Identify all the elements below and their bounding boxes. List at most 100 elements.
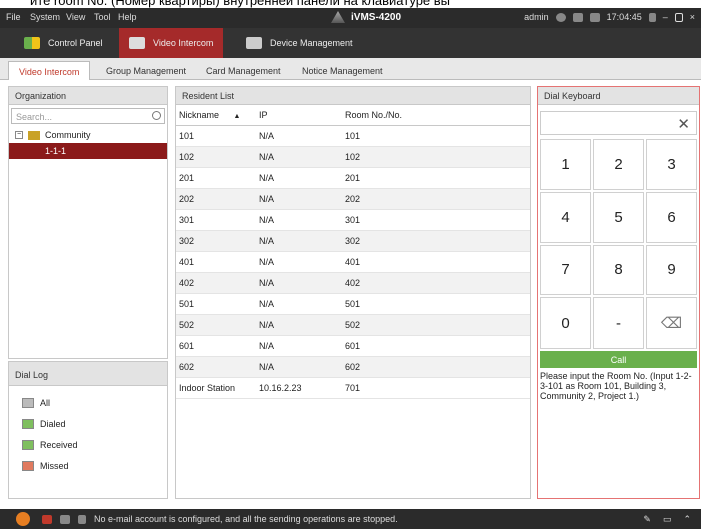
menu-help[interactable]: Help <box>118 12 137 22</box>
cell-nickname: Indoor Station <box>179 383 236 393</box>
clear-icon[interactable]: ✕ <box>677 115 690 133</box>
tab-video-intercom[interactable]: Video Intercom <box>8 61 91 80</box>
table-row[interactable]: Indoor Station 10.16.2.23 701 <box>176 378 530 399</box>
table-row[interactable]: 402 N/A 402 <box>176 273 530 294</box>
backspace-key[interactable]: ⌫ <box>646 297 697 349</box>
lock-icon[interactable] <box>648 12 656 22</box>
digit-key-1[interactable]: 1 <box>540 139 591 190</box>
table-row[interactable]: 302 N/A 302 <box>176 231 530 252</box>
digit-key-2[interactable]: 2 <box>593 139 644 190</box>
cell-nickname: 202 <box>179 194 195 204</box>
table-row[interactable]: 101 N/A 101 <box>176 126 530 147</box>
video-intercom-icon <box>129 37 145 49</box>
received-icon <box>22 439 34 450</box>
cell-nickname: 301 <box>179 215 195 225</box>
expand-icon[interactable]: ⌃ <box>683 514 691 525</box>
cell-room: 602 <box>345 362 361 372</box>
organization-panel: Organization Search... − Community 1-1-1 <box>8 86 168 359</box>
cell-ip: N/A <box>259 173 275 183</box>
column-room[interactable]: Room No./No. <box>339 110 402 120</box>
dial-log-panel: Dial Log All Dialed Received Missed <box>8 361 168 499</box>
tree-node-community[interactable]: − Community <box>9 127 167 143</box>
window-icon[interactable]: ▭ <box>663 514 672 525</box>
dash-key[interactable]: - <box>593 297 644 349</box>
resident-list-title: Resident List <box>176 87 530 105</box>
cell-room: 201 <box>345 173 361 183</box>
collapse-icon[interactable]: − <box>15 131 23 139</box>
digit-key-3[interactable]: 3 <box>646 139 697 190</box>
tab-card-management[interactable]: Card Management <box>196 61 291 80</box>
search-icon[interactable] <box>152 111 161 120</box>
log-filter-all[interactable]: All <box>9 392 167 413</box>
cell-ip: N/A <box>259 299 275 309</box>
app-logo-icon <box>331 11 345 23</box>
table-row[interactable]: 301 N/A 301 <box>176 210 530 231</box>
community-label: Community <box>45 130 91 140</box>
digit-key-7[interactable]: 7 <box>540 244 591 296</box>
cell-room: 302 <box>345 236 361 246</box>
speaker-icon[interactable] <box>78 514 86 524</box>
menu-bar: File System View Tool Help iVMS-4200 adm… <box>0 8 701 28</box>
missed-icon <box>22 460 34 471</box>
call-button[interactable]: Call <box>540 351 697 368</box>
table-row[interactable]: 602 N/A 602 <box>176 357 530 378</box>
table-row[interactable]: 201 N/A 201 <box>176 168 530 189</box>
log-filter-dialed[interactable]: Dialed <box>9 413 167 434</box>
digit-key-4[interactable]: 4 <box>540 191 591 243</box>
cell-ip: N/A <box>259 236 275 246</box>
table-row[interactable]: 601 N/A 601 <box>176 336 530 357</box>
maximize-icon[interactable] <box>674 12 683 22</box>
table-row[interactable]: 102 N/A 102 <box>176 147 530 168</box>
minimize-icon[interactable]: – <box>663 12 668 22</box>
cell-room: 102 <box>345 152 361 162</box>
digit-key-0[interactable]: 0 <box>540 297 591 349</box>
digit-key-6[interactable]: 6 <box>646 191 697 243</box>
tab-notice-management[interactable]: Notice Management <box>292 61 393 80</box>
module-bar: Control Panel Video Intercom Device Mana… <box>0 28 701 58</box>
module-video-intercom[interactable]: Video Intercom <box>119 28 224 58</box>
caption-overflow-text: ите room No. (Номер квартиры) внутренней… <box>0 0 701 8</box>
pin-icon[interactable]: ✎ <box>643 514 651 525</box>
digit-key-5[interactable]: 5 <box>593 191 644 243</box>
log-filter-received[interactable]: Received <box>9 434 167 455</box>
cell-nickname: 501 <box>179 299 195 309</box>
cell-ip: N/A <box>259 215 275 225</box>
table-row[interactable]: 502 N/A 502 <box>176 315 530 336</box>
cell-nickname: 602 <box>179 362 195 372</box>
column-ip[interactable]: IP <box>254 110 339 120</box>
user-icon[interactable] <box>42 514 52 524</box>
control-panel-icon <box>24 37 40 49</box>
dial-input[interactable]: ✕ <box>540 111 697 135</box>
cell-room: 401 <box>345 257 361 267</box>
module-control-panel[interactable]: Control Panel <box>14 28 113 58</box>
locale-icon[interactable] <box>555 12 566 22</box>
module-device-management[interactable]: Device Management <box>236 28 363 58</box>
cell-room: 601 <box>345 341 361 351</box>
table-row[interactable]: 202 N/A 202 <box>176 189 530 210</box>
search-input[interactable]: Search... <box>11 108 165 124</box>
sub-tab-bar: Video Intercom Group Management Card Man… <box>0 58 701 80</box>
digit-key-8[interactable]: 8 <box>593 244 644 296</box>
cell-ip: N/A <box>259 320 275 330</box>
app-title: iVMS-4200 <box>331 11 401 23</box>
menu-system[interactable]: System <box>30 12 60 22</box>
menu-tool[interactable]: Tool <box>94 12 111 22</box>
cell-room: 402 <box>345 278 361 288</box>
cell-room: 701 <box>345 383 361 393</box>
tree-node-selected[interactable]: 1-1-1 <box>9 143 167 159</box>
table-row[interactable]: 501 N/A 501 <box>176 294 530 315</box>
table-row[interactable]: 401 N/A 401 <box>176 252 530 273</box>
log-filter-missed[interactable]: Missed <box>9 455 167 476</box>
menu-file[interactable]: File <box>6 12 21 22</box>
screen-icon[interactable] <box>572 12 583 22</box>
digit-key-9[interactable]: 9 <box>646 244 697 296</box>
close-icon[interactable]: × <box>690 12 695 22</box>
menu-view[interactable]: View <box>66 12 85 22</box>
tab-group-management[interactable]: Group Management <box>96 61 196 80</box>
record-icon[interactable] <box>60 514 70 524</box>
status-bar: No e-mail account is configured, and all… <box>0 509 701 529</box>
calendar-icon <box>589 12 600 22</box>
community-icon <box>28 130 40 140</box>
column-nickname[interactable]: Nickname ▲ <box>176 110 254 120</box>
alarm-icon[interactable] <box>16 512 30 526</box>
